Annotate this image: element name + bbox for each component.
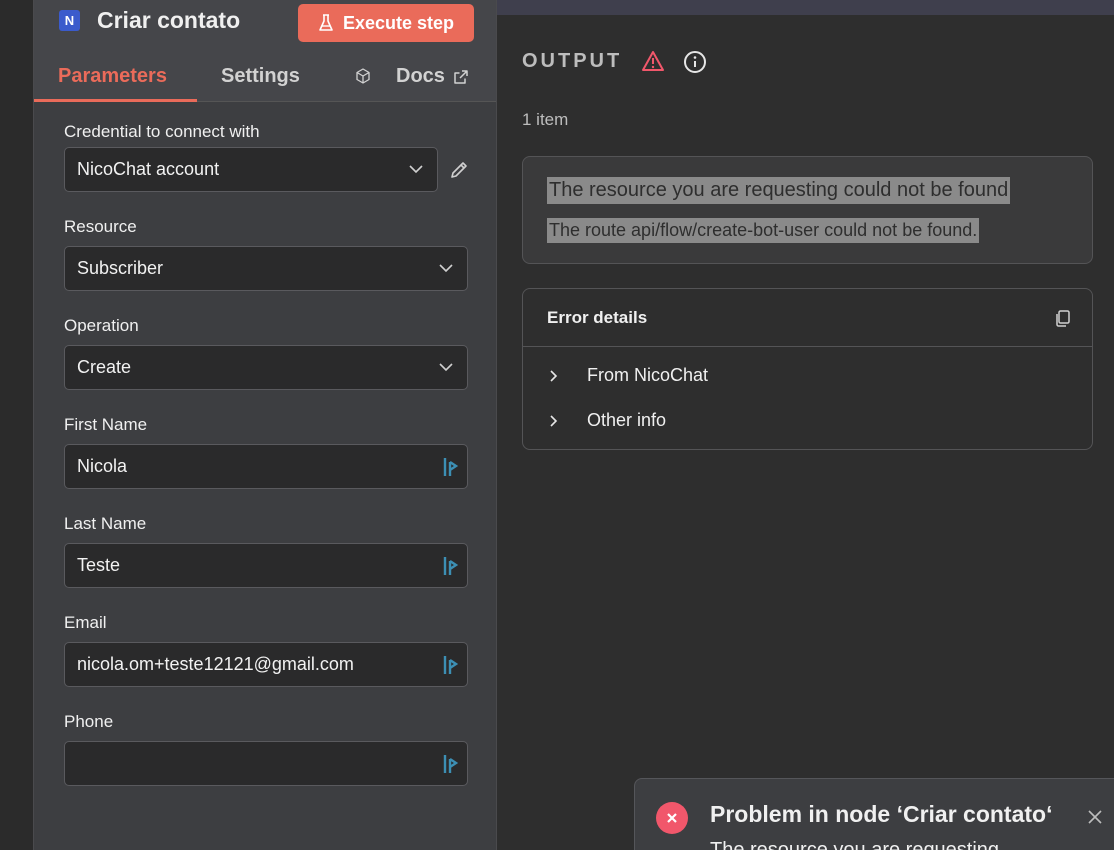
expression-toggle-icon[interactable] [442,753,460,775]
error-details-title: Error details [547,308,648,327]
email-input[interactable]: nicola.om+teste12121@gmail.com [64,642,468,687]
phone-label: Phone [64,712,114,731]
first-name-value: Nicola [77,456,128,476]
error-toast: Problem in node ‘Criar contato‘ The reso… [634,778,1114,850]
item-count: 1 item [522,110,569,129]
execute-step-label: Execute step [342,12,455,33]
chevron-right-icon [550,369,558,382]
details-row-label: From NicoChat [587,365,709,385]
docs-link[interactable]: Docs [396,65,469,88]
panel-header: N Criar contato Execute step Parameters … [34,0,496,102]
nicochat-node-icon: N [59,10,80,31]
email-value: nicola.om+teste12121@gmail.com [77,654,354,674]
edit-credential-icon[interactable] [448,159,470,181]
chevron-down-icon [439,363,453,372]
error-circle-icon [656,802,688,834]
details-row-from-nicochat[interactable]: From NicoChat [547,365,708,386]
chevron-right-icon [550,414,558,427]
node-parameters-panel: N Criar contato Execute step Parameters … [33,0,497,850]
operation-label: Operation [64,316,139,335]
details-row-label: Other info [587,410,667,430]
docs-label: Docs [396,65,445,87]
phone-input[interactable] [64,741,468,786]
chevron-down-icon [409,165,423,174]
resource-label: Resource [64,217,137,236]
email-label: Email [64,613,107,632]
active-tab-indicator [34,99,197,102]
credential-select[interactable]: NicoChat account [64,147,438,192]
warning-icon [642,51,664,71]
tab-parameters[interactable]: Parameters [58,65,167,88]
cube-icon [356,68,370,84]
canvas-top-bar [497,0,1114,15]
details-row-other-info[interactable]: Other info [547,410,666,431]
last-name-label: Last Name [64,514,147,533]
canvas-left-gutter [0,0,33,850]
error-details-header: Error details [523,289,1092,347]
error-description: The route api/flow/create-bot-user could… [547,218,980,243]
output-title: OUTPUT [522,50,623,72]
copy-icon[interactable] [1054,309,1072,327]
close-icon[interactable] [1086,808,1104,826]
error-message-box: The resource you are requesting could no… [522,156,1093,264]
toast-title: Problem in node ‘Criar contato‘ [710,801,1053,827]
toast-body: The resource you are requesting [710,839,1000,850]
first-name-input[interactable]: Nicola [64,444,468,489]
credential-label: Credential to connect with [64,122,260,141]
chevron-down-icon [439,264,453,273]
first-name-label: First Name [64,415,148,434]
node-title[interactable]: Criar contato [97,7,240,34]
info-icon[interactable] [683,50,707,74]
last-name-input[interactable]: Teste [64,543,468,588]
operation-select[interactable]: Create [64,345,468,390]
external-link-icon [454,69,468,84]
error-message: The resource you are requesting could no… [547,177,1011,204]
resource-value: Subscriber [77,258,164,278]
expression-toggle-icon[interactable] [442,555,460,577]
credential-value: NicoChat account [77,159,220,179]
last-name-value: Teste [77,555,121,575]
tab-settings[interactable]: Settings [221,65,300,88]
expression-toggle-icon[interactable] [442,456,460,478]
flask-icon [319,14,333,31]
resource-select[interactable]: Subscriber [64,246,468,291]
expression-toggle-icon[interactable] [442,654,460,676]
error-details-panel: Error details From NicoChat Other info [522,288,1093,450]
execute-step-button[interactable]: Execute step [298,4,474,42]
operation-value: Create [77,357,132,377]
